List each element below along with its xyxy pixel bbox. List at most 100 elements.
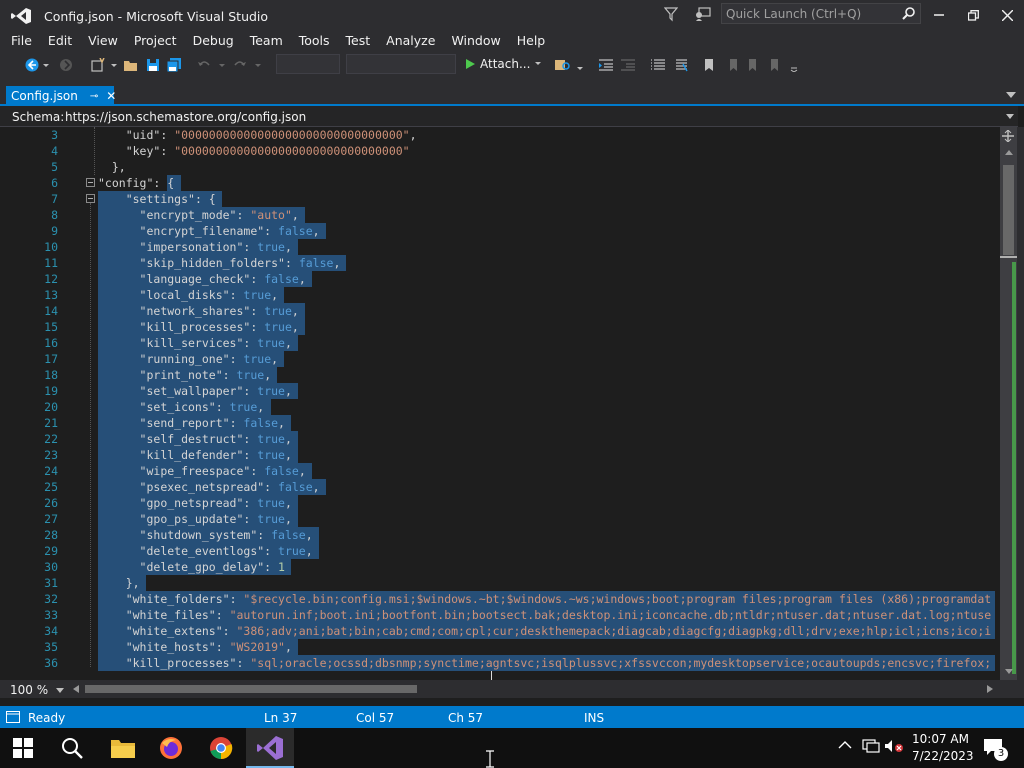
chevron-down-icon[interactable] bbox=[1006, 114, 1014, 119]
quick-launch[interactable] bbox=[721, 3, 921, 24]
close-window-button[interactable] bbox=[990, 0, 1024, 30]
chevron-down-icon[interactable] bbox=[218, 58, 226, 72]
code-line[interactable]: "local_disks": true, bbox=[98, 287, 998, 303]
taskbar-search-icon[interactable] bbox=[60, 736, 84, 760]
code-line[interactable]: "uid": "00000000000000000000000000000000… bbox=[98, 127, 998, 143]
next-bookmark-icon[interactable] bbox=[746, 58, 762, 72]
code-line[interactable]: "kill_processes": true, bbox=[98, 319, 998, 335]
schema-url[interactable]: https://json.schemastore.org/config.json bbox=[65, 110, 306, 124]
code-line[interactable]: "skip_hidden_folders": false, bbox=[98, 255, 998, 271]
scroll-left-icon[interactable] bbox=[72, 685, 80, 693]
pin-icon[interactable]: ⊸ bbox=[90, 91, 98, 102]
volume-muted-icon[interactable] bbox=[884, 739, 904, 753]
code-line[interactable]: "white_hosts": "WS2019", bbox=[98, 639, 998, 655]
tab-config-json[interactable]: Config.json ⊸ ✕ bbox=[6, 86, 116, 106]
menu-tools[interactable]: Tools bbox=[291, 30, 338, 52]
code-line[interactable]: "delete_gpo_delay": 1 bbox=[98, 559, 998, 575]
code-line[interactable]: "key": "00000000000000000000000000000000… bbox=[98, 143, 998, 159]
clock-date[interactable]: 7/22/2023 bbox=[912, 749, 974, 763]
status-insert-mode[interactable]: INS bbox=[584, 711, 604, 725]
code-line[interactable]: }, bbox=[98, 159, 998, 175]
code-line[interactable]: "encrypt_mode": "auto", bbox=[98, 207, 998, 223]
code-line[interactable]: "encrypt_filename": false, bbox=[98, 223, 998, 239]
menu-test[interactable]: Test bbox=[338, 30, 379, 52]
menu-file[interactable]: File bbox=[0, 30, 40, 52]
status-line[interactable]: Ln 37 bbox=[264, 711, 297, 725]
quick-launch-input[interactable] bbox=[722, 4, 910, 23]
chevron-down-icon[interactable] bbox=[42, 58, 50, 72]
comment-icon[interactable] bbox=[650, 58, 666, 72]
uncomment-icon[interactable] bbox=[672, 58, 688, 72]
chevron-down-icon[interactable] bbox=[110, 58, 118, 72]
solution-platform-dropdown[interactable] bbox=[346, 54, 456, 74]
code-line[interactable]: "impersonation": true, bbox=[98, 239, 998, 255]
code-line[interactable]: "gpo_ps_update": true, bbox=[98, 511, 998, 527]
code-line[interactable]: "white_extens": "386;adv;ani;bat;bin;cab… bbox=[98, 623, 998, 639]
output-icon[interactable] bbox=[6, 711, 20, 723]
menu-debug[interactable]: Debug bbox=[185, 30, 242, 52]
collapse-region-icon[interactable] bbox=[86, 194, 95, 203]
clear-bookmarks-icon[interactable] bbox=[768, 58, 784, 72]
code-line[interactable]: "config": { bbox=[98, 175, 998, 191]
feedback-icon[interactable] bbox=[694, 6, 712, 22]
menu-help[interactable]: Help bbox=[509, 30, 554, 52]
code-line[interactable]: "self_destruct": true, bbox=[98, 431, 998, 447]
scroll-up-icon[interactable] bbox=[1004, 148, 1014, 156]
code-line[interactable]: "kill_processes": "sql;oracle;ocssd;dbsn… bbox=[98, 655, 998, 671]
code-line[interactable]: "kill_services": true, bbox=[98, 335, 998, 351]
save-all-icon[interactable] bbox=[166, 58, 182, 72]
redo-icon[interactable] bbox=[232, 58, 248, 72]
code-line[interactable]: "settings": { bbox=[98, 191, 998, 207]
chrome-icon[interactable] bbox=[208, 735, 234, 761]
windows-start-icon[interactable] bbox=[12, 737, 34, 759]
code-line[interactable]: "wipe_freespace": false, bbox=[98, 463, 998, 479]
back-icon[interactable] bbox=[24, 58, 40, 72]
menu-view[interactable]: View bbox=[80, 30, 126, 52]
attach-button[interactable]: Attach... bbox=[464, 54, 542, 74]
code-line[interactable]: "set_wallpaper": true, bbox=[98, 383, 998, 399]
menu-analyze[interactable]: Analyze bbox=[378, 30, 443, 52]
code-line[interactable]: "gpo_netspread": true, bbox=[98, 495, 998, 511]
bookmark-icon[interactable] bbox=[702, 58, 716, 72]
code-line[interactable]: "shutdown_system": false, bbox=[98, 527, 998, 543]
save-icon[interactable] bbox=[146, 58, 160, 72]
code-line[interactable]: "set_icons": true, bbox=[98, 399, 998, 415]
code-line[interactable]: "psexec_netspread": false, bbox=[98, 479, 998, 495]
file-explorer-icon[interactable] bbox=[110, 737, 136, 759]
vertical-scroll-thumb[interactable] bbox=[1003, 165, 1014, 255]
horizontal-scroll-thumb[interactable] bbox=[85, 685, 417, 693]
status-char[interactable]: Ch 57 bbox=[448, 711, 483, 725]
code-line[interactable]: "network_shares": true, bbox=[98, 303, 998, 319]
menu-window[interactable]: Window bbox=[443, 30, 508, 52]
show-hidden-icons-icon[interactable] bbox=[838, 740, 852, 750]
chevron-down-icon[interactable] bbox=[56, 688, 64, 693]
prev-bookmark-icon[interactable] bbox=[724, 58, 740, 72]
split-window-icon[interactable] bbox=[1001, 130, 1015, 142]
code-line[interactable]: "white_files": "autorun.inf;boot.ini;boo… bbox=[98, 607, 998, 623]
chevron-down-icon[interactable] bbox=[576, 58, 584, 72]
code-line[interactable]: "print_note": true, bbox=[98, 367, 998, 383]
outdent-icon[interactable] bbox=[620, 58, 636, 72]
code-line[interactable]: "running_one": true, bbox=[98, 351, 998, 367]
firefox-icon[interactable] bbox=[158, 735, 184, 761]
filter-icon[interactable] bbox=[664, 6, 678, 22]
collapse-region-icon[interactable] bbox=[86, 178, 95, 187]
search-icon[interactable] bbox=[902, 6, 916, 20]
code-line[interactable]: "kill_defender": true, bbox=[98, 447, 998, 463]
menu-edit[interactable]: Edit bbox=[40, 30, 80, 52]
close-tab-icon[interactable]: ✕ bbox=[106, 89, 116, 103]
new-project-icon[interactable] bbox=[90, 58, 106, 72]
find-in-files-icon[interactable] bbox=[554, 58, 572, 72]
code-line[interactable]: "delete_eventlogs": true, bbox=[98, 543, 998, 559]
scroll-right-icon[interactable] bbox=[986, 685, 994, 693]
menu-project[interactable]: Project bbox=[126, 30, 185, 52]
open-icon[interactable] bbox=[123, 58, 139, 72]
clock-time[interactable]: 10:07 AM bbox=[912, 732, 969, 746]
chevron-down-icon[interactable] bbox=[254, 58, 262, 72]
minimize-button[interactable] bbox=[922, 0, 956, 30]
chevron-down-icon[interactable] bbox=[1006, 92, 1016, 98]
forward-icon[interactable] bbox=[58, 58, 74, 72]
visual-studio-icon[interactable] bbox=[256, 735, 284, 761]
indent-icon[interactable] bbox=[598, 58, 614, 72]
code-line[interactable]: "send_report": false, bbox=[98, 415, 998, 431]
